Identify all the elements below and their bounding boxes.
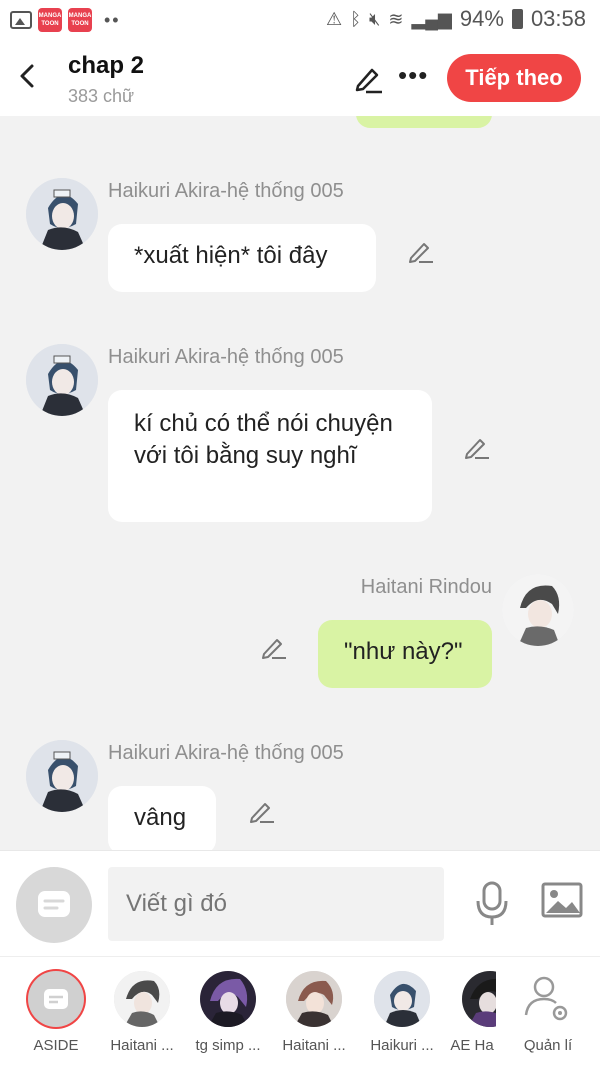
user-settings-icon bbox=[524, 976, 568, 1021]
character-label: Haikuri ... bbox=[370, 1037, 434, 1054]
image-upload-icon[interactable] bbox=[540, 881, 584, 921]
data-saver-icon: ⚠ bbox=[326, 8, 343, 29]
character-item[interactable]: tg simp ... bbox=[188, 971, 268, 1054]
character-label: AE Ha bbox=[450, 1037, 494, 1054]
character-item[interactable]: Haitani ... bbox=[274, 971, 354, 1054]
chapter-header: chap 2 383 chữ ••• Tiếp theo bbox=[0, 40, 600, 116]
chat-bubble-icon bbox=[44, 989, 68, 1009]
avatar[interactable] bbox=[26, 178, 98, 250]
aside-toggle-button[interactable] bbox=[16, 867, 92, 943]
avatar bbox=[462, 971, 496, 1027]
wifi-icon: ≋ bbox=[388, 8, 404, 29]
edit-message-icon[interactable] bbox=[407, 236, 435, 264]
sender-name: Haikuri Akira-hệ thống 005 bbox=[108, 346, 344, 368]
avatar[interactable] bbox=[26, 344, 98, 416]
avatar bbox=[114, 971, 170, 1027]
bluetooth-icon: ᛒ bbox=[350, 8, 361, 29]
character-label: Haitani ... bbox=[282, 1037, 346, 1054]
message-bubble[interactable]: *xuất hiện* tôi đây bbox=[108, 224, 376, 292]
mangatoon-notification-icon-2: MANGA TOON bbox=[68, 8, 92, 32]
more-options-icon[interactable]: ••• bbox=[398, 60, 428, 91]
character-item[interactable]: AE Ha bbox=[448, 971, 496, 1054]
character-item[interactable]: Haitani ... bbox=[102, 971, 182, 1054]
more-notifications-icon: •• bbox=[104, 9, 121, 30]
character-label: Haitani ... bbox=[110, 1037, 174, 1054]
word-count: 383 chữ bbox=[68, 86, 135, 106]
manage-characters-button[interactable]: Quản lí bbox=[508, 971, 588, 1054]
message-bubble[interactable]: "như này?" bbox=[318, 620, 492, 688]
aside-avatar bbox=[28, 971, 84, 1027]
message-input[interactable] bbox=[108, 867, 444, 941]
character-bar: ASIDE Haitani ... tg simp ... Haitani ..… bbox=[0, 956, 600, 1068]
edit-message-icon[interactable] bbox=[463, 432, 491, 460]
battery-percent: 94% bbox=[459, 6, 504, 31]
avatar bbox=[286, 971, 342, 1027]
message-bubble[interactable]: vâng bbox=[108, 786, 216, 850]
next-chapter-button[interactable]: Tiếp theo bbox=[447, 54, 581, 102]
clock: 03:58 bbox=[530, 6, 586, 31]
avatar bbox=[200, 971, 256, 1027]
avatar[interactable] bbox=[502, 574, 574, 646]
chat-area[interactable]: Haikuri Akira-hệ thống 005 *xuất hiện* t… bbox=[0, 116, 600, 850]
back-arrow-icon[interactable] bbox=[14, 58, 44, 94]
edit-message-icon[interactable] bbox=[260, 632, 288, 660]
microphone-icon[interactable] bbox=[470, 879, 514, 927]
mute-icon: 🔇︎ bbox=[369, 8, 381, 29]
sender-name: Haitani Rindou bbox=[360, 576, 492, 598]
chat-bubble-icon bbox=[38, 891, 70, 917]
edit-message-icon[interactable] bbox=[248, 796, 276, 824]
character-label: ASIDE bbox=[33, 1037, 79, 1054]
message-bubble[interactable]: kí chủ có thể nói chuyện với tôi bằng su… bbox=[108, 390, 432, 522]
gallery-notification-icon bbox=[10, 11, 32, 29]
battery-icon bbox=[511, 9, 523, 29]
previous-message-bubble bbox=[356, 116, 492, 128]
signal-icon: ▂▄▆ bbox=[411, 8, 452, 29]
sender-name: Haikuri Akira-hệ thống 005 bbox=[108, 742, 344, 764]
character-aside[interactable]: ASIDE bbox=[16, 971, 96, 1054]
edit-title-icon[interactable] bbox=[352, 62, 384, 94]
chapter-title: chap 2 bbox=[68, 52, 145, 79]
character-label: tg simp ... bbox=[195, 1037, 261, 1054]
character-item[interactable]: Haikuri ... bbox=[362, 971, 442, 1054]
sender-name: Haikuri Akira-hệ thống 005 bbox=[108, 180, 344, 202]
message-composer bbox=[0, 850, 600, 957]
avatar[interactable] bbox=[26, 740, 98, 812]
character-label: Quản lí bbox=[523, 1037, 573, 1054]
mangatoon-notification-icon: MANGA TOON bbox=[38, 8, 62, 32]
avatar bbox=[374, 971, 430, 1027]
status-bar: MANGA TOON MANGA TOON •• ⚠ ᛒ 🔇︎ ≋ ▂▄▆ 94… bbox=[0, 0, 600, 40]
